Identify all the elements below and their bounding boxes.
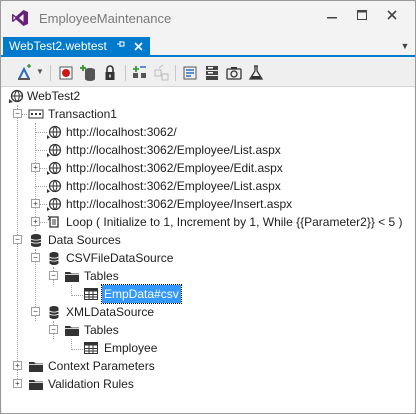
collapse-icon[interactable]: − [49,271,58,280]
tree-node-label: Validation Rules [48,377,134,391]
maximize-icon[interactable] [350,5,374,27]
tree-node-root[interactable]: WebTest2 [2,87,414,105]
editor-window: EmployeeMaintenance WebTest2.webtest ▼ ▼ [0,0,416,414]
parameterize-icon[interactable] [131,64,149,82]
record-icon[interactable] [57,64,75,82]
add-validation-rule-icon[interactable] [225,64,243,82]
folder-icon [65,272,79,282]
data-sources-icon [30,234,42,247]
database-icon [49,306,59,319]
table-icon [84,342,98,354]
tree-node-label: Transaction1 [48,107,117,121]
tree-node-label: http://localhost:3062/ [66,125,177,139]
tree-node-data-sources[interactable]: − Data Sources [2,231,414,249]
loop-icon [47,215,59,228]
web-request-icon [47,179,62,193]
tree-node-xml-data-source[interactable]: − XMLDataSource [2,303,414,321]
minimize-icon[interactable] [320,5,344,27]
web-request-icon [47,197,62,211]
tab-close-icon[interactable] [131,37,145,56]
tree-node-request[interactable]: http://localhost:3062/Employee/List.aspx [2,141,414,159]
webtest-tree: WebTest2 − Transaction1 http://localhost… [2,87,414,413]
folder-icon [29,380,43,390]
tree-node-label: Context Parameters [48,359,155,373]
folder-icon [29,362,43,372]
tree-node-label: Employee [104,341,158,355]
close-icon[interactable] [380,5,404,27]
title-bar: EmployeeMaintenance [1,1,415,35]
chevron-down-icon[interactable]: ▼ [36,67,44,76]
tree-node-label: XMLDataSource [66,305,155,319]
tree-node-label: Data Sources [48,233,121,247]
expand-icon[interactable]: + [31,217,40,226]
web-request-icon [47,143,62,157]
tab-webtest2[interactable]: WebTest2.webtest [3,37,150,57]
tree-node-csv-data-source[interactable]: − CSVFileDataSource [2,249,414,267]
window-title: EmployeeMaintenance [39,11,172,26]
tree-node-label: Loop ( Initialize to 1, Increment by 1, … [66,215,403,229]
tree-node-table[interactable]: Employee [2,339,414,357]
tree-node-label: Tables [84,323,119,337]
expand-icon[interactable]: + [31,199,40,208]
tree-node-label: EmpData#csv [101,284,182,304]
webtest-toolbar: ▼ [1,59,415,87]
document-tab-strip: WebTest2.webtest ▼ [1,35,415,57]
expand-icon[interactable]: + [31,163,40,172]
webtest-icon [9,89,24,103]
tree-node-request[interactable]: http://localhost:3062/Employee/List.aspx [2,177,414,195]
web-request-icon [47,161,62,175]
tree-node-table-selected[interactable]: EmpData#csv [2,284,414,304]
folder-icon [65,326,79,336]
add-data-source-icon[interactable] [15,64,33,82]
tree-node-context-parameters[interactable]: + Context Parameters [2,357,414,375]
tab-label: WebTest2.webtest [9,39,107,53]
tree-node-validation-rules[interactable]: + Validation Rules [2,375,414,393]
insert-request-icon[interactable] [153,64,171,82]
expand-icon[interactable]: + [13,361,22,370]
tree-node-request[interactable]: http://localhost:3062/ [2,123,414,141]
tree-node-request[interactable]: + http://localhost:3062/Employee/Edit.as… [2,159,414,177]
transaction-icon [28,109,44,119]
tree-node-label: http://localhost:3062/Employee/Insert.as… [66,197,293,211]
tree-node-tables[interactable]: − Tables [2,267,414,285]
collapse-icon[interactable]: − [13,235,22,244]
collapse-icon[interactable]: − [31,307,40,316]
collapse-icon[interactable]: − [31,253,40,262]
web-request-icon [47,125,62,139]
set-credentials-icon[interactable] [203,64,221,82]
toolbar-separator [175,65,176,81]
tree-node-label: http://localhost:3062/Employee/List.aspx [66,143,281,157]
toolbar-separator [50,65,51,81]
tree-node-tables[interactable]: − Tables [2,321,414,339]
expand-icon[interactable]: + [13,379,22,388]
generate-code-icon[interactable] [181,64,199,82]
tree-node-label: WebTest2 [27,89,81,103]
tree-node-label: Tables [84,269,119,283]
tree-node-label: CSVFileDataSource [66,251,174,265]
toolbar-separator [125,65,126,81]
pin-icon[interactable] [114,37,128,56]
collapse-icon[interactable]: − [49,325,58,334]
tree-node-loop[interactable]: + Loop ( Initialize to 1, Increment by 1… [2,213,414,231]
lock-icon[interactable] [101,64,119,82]
tree-node-request[interactable]: + http://localhost:3062/Employee/Insert.… [2,195,414,213]
tree-node-transaction[interactable]: − Transaction1 [2,105,414,123]
tree-node-label: http://localhost:3062/Employee/Edit.aspx [66,161,283,175]
chevron-down-icon[interactable]: ▼ [399,38,411,54]
visual-studio-icon [12,10,28,26]
table-icon [84,288,98,300]
performance-session-icon[interactable] [247,64,265,82]
collapse-icon[interactable]: − [13,109,22,118]
tree-node-label: http://localhost:3062/Employee/List.aspx [66,179,281,193]
database-icon [49,252,59,265]
add-recording-icon[interactable] [79,64,97,82]
